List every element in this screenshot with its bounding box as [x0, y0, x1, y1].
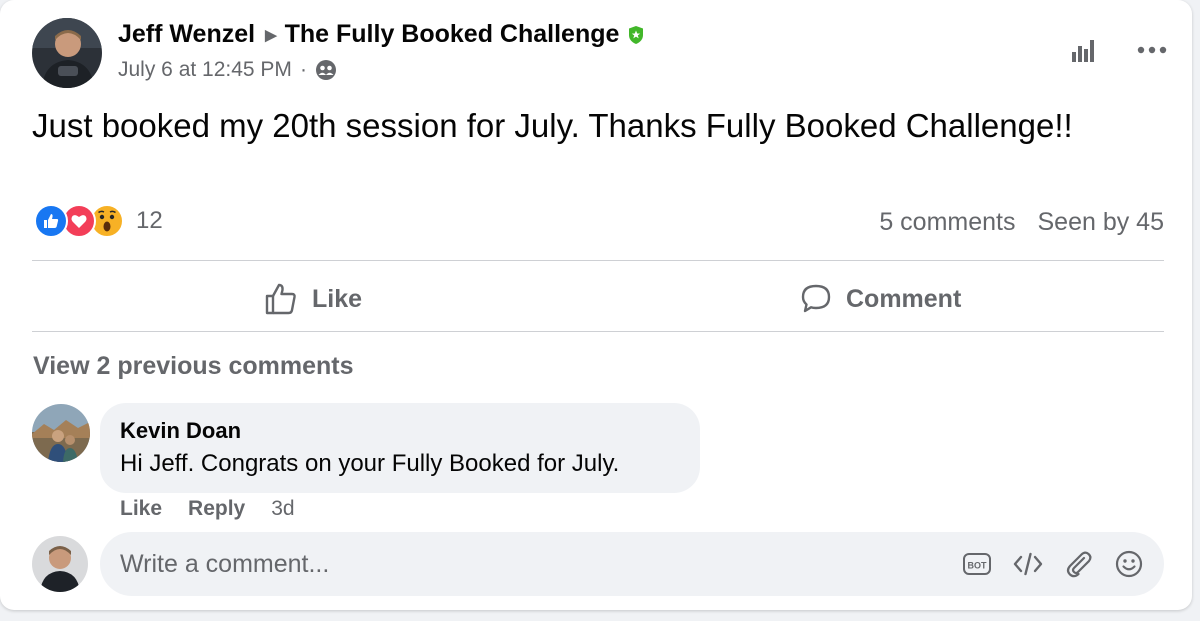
comment-author[interactable]: Kevin Doan	[120, 417, 680, 445]
author-name[interactable]: Jeff Wenzel	[118, 20, 255, 49]
bot-icon[interactable]: BOT	[962, 551, 992, 577]
divider-top	[32, 260, 1164, 261]
reaction-count: 12	[136, 207, 163, 234]
more-options-icon[interactable]	[1136, 44, 1168, 56]
post-meta: July 6 at 12:45 PM ·	[118, 58, 337, 82]
emoji-icon[interactable]	[1114, 549, 1144, 579]
like-button-label: Like	[312, 284, 363, 313]
seen-by-link[interactable]: Seen by 45	[1038, 208, 1165, 237]
svg-text:BOT: BOT	[968, 561, 988, 571]
reactions-summary[interactable]: 12	[34, 204, 163, 238]
post-body-text: Just booked my 20th session for July. Th…	[32, 107, 1073, 144]
post-card: Jeff Wenzel ▶ The Fully Booked Challenge…	[0, 0, 1192, 610]
comment-composer[interactable]: BOT	[100, 532, 1164, 596]
code-icon[interactable]	[1012, 551, 1044, 577]
group-name[interactable]: The Fully Booked Challenge	[285, 20, 620, 49]
comment-button[interactable]: Comment	[800, 274, 961, 324]
author-avatar[interactable]	[32, 18, 102, 88]
like-reaction-icon	[34, 204, 68, 238]
comment-text: Hi Jeff. Congrats on your Fully Booked f…	[120, 450, 620, 477]
like-button[interactable]: Like	[264, 274, 362, 324]
composer-tools: BOT	[962, 549, 1144, 579]
comment-age[interactable]: 3d	[271, 497, 294, 521]
comment-button-label: Comment	[846, 284, 962, 313]
divider-bottom	[32, 331, 1164, 332]
group-members-icon	[315, 60, 336, 80]
comment-reply-link[interactable]: Reply	[188, 497, 245, 521]
post-timestamp[interactable]: July 6 at 12:45 PM	[118, 58, 292, 82]
comment-count-link[interactable]: 5 comments	[879, 208, 1015, 237]
post-top-actions	[1070, 36, 1168, 64]
thumbs-up-icon	[265, 283, 296, 315]
comment-input[interactable]	[120, 549, 962, 579]
current-user-avatar	[32, 536, 88, 592]
post-stats: 5 comments Seen by 45	[879, 208, 1164, 237]
insights-icon[interactable]	[1070, 36, 1098, 64]
shield-badge-icon	[629, 25, 644, 44]
comment-actions: Like Reply 3d	[120, 497, 295, 521]
comment-bubble-icon	[801, 284, 831, 313]
view-previous-comments-link[interactable]: View 2 previous comments	[33, 352, 354, 381]
comment-bubble: Kevin Doan Hi Jeff. Congrats on your Ful…	[100, 403, 700, 493]
comment-like-link[interactable]: Like	[120, 497, 162, 521]
commenter-avatar[interactable]	[32, 404, 90, 462]
paperclip-icon[interactable]	[1064, 549, 1094, 579]
post-header: Jeff Wenzel ▶ The Fully Booked Challenge	[118, 20, 645, 49]
caret-right-icon: ▶	[265, 26, 277, 44]
meta-separator: ·	[299, 58, 307, 81]
